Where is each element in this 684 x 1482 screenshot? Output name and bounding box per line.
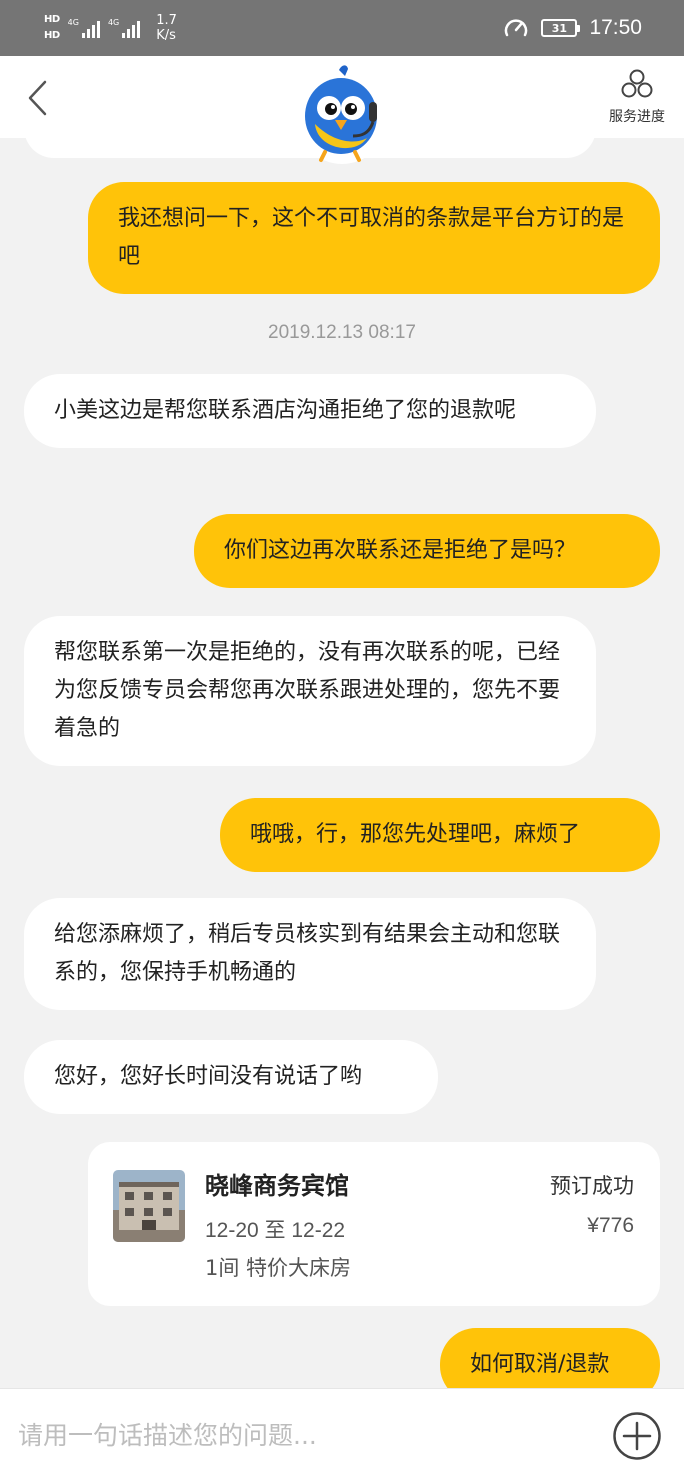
plus-circle-icon [613, 1412, 661, 1460]
signal-icon-sim2: 4G [107, 18, 141, 38]
add-attachment-button[interactable] [612, 1411, 662, 1461]
chat-messages[interactable]: 我还想问一下，这个不可取消的条款是平台方订的是吧 2019.12.13 08:1… [0, 138, 684, 1388]
network-speed-unit: K/s [156, 28, 176, 43]
chevron-left-icon [28, 80, 47, 116]
hotel-name: 晓峰商务宾馆 [205, 1172, 349, 1200]
network-type-1: 4G [67, 18, 79, 27]
message-input-bar [0, 1388, 684, 1482]
battery-level: 31 [551, 21, 568, 35]
message-timestamp: 2019.12.13 08:17 [268, 322, 416, 343]
user-message: 你们这边再次联系还是拒绝了是吗？ [194, 514, 660, 588]
order-status: 预订成功 [550, 1174, 634, 1198]
service-progress-label: 服务进度 [609, 109, 665, 125]
room-type: 1间 特价大床房 [205, 1256, 352, 1280]
agent-message-text: 小美这边是帮您联系酒店沟通拒绝了您的退款呢 [54, 398, 517, 423]
user-message-text: 我还想问一下，这个不可取消的条款是平台方订的是吧 [118, 206, 625, 269]
user-message-text: 如何取消/退款 [470, 1352, 610, 1377]
agent-message-text: 给您添麻烦了，稍后专员核实到有结果会主动和您联系的，您保持手机畅通的 [54, 922, 561, 985]
network-type-2: 4G [107, 18, 120, 27]
order-price: ¥776 [587, 1214, 634, 1237]
agent-message-text: 帮您联系第一次是拒绝的，没有再次联系的呢，已经为您反馈专员会帮您再次联系跟进处理… [54, 640, 561, 741]
service-progress-icon [621, 69, 653, 98]
status-bar-right: 31 17:50 [503, 14, 642, 42]
hotel-thumbnail [113, 1170, 185, 1242]
battery-icon: 31 [541, 19, 581, 37]
user-message: 我还想问一下，这个不可取消的条款是平台方订的是吧 [88, 182, 660, 294]
user-message: 哦哦，行，那您先处理吧，麻烦了 [220, 798, 660, 872]
bird-mascot-icon [305, 65, 377, 162]
back-button[interactable] [18, 76, 58, 120]
agent-message: 您好，您好长时间没有说话了哟 [24, 1040, 438, 1114]
status-bar-left: HD HD 4G 4G 1.7 K/s [44, 8, 177, 48]
clock: 17:50 [589, 16, 642, 39]
agent-message: 给您添麻烦了，稍后专员核实到有结果会主动和您联系的，您保持手机畅通的 [24, 898, 596, 1010]
bird-mascot-avatar [295, 64, 389, 164]
service-progress-button[interactable]: 服务进度 [602, 68, 672, 130]
speedometer-icon [505, 19, 528, 37]
status-bar: HD HD 4G 4G 1.7 K/s 31 17:50 [0, 0, 684, 56]
network-speed: 1.7 K/s [156, 13, 177, 43]
user-message-text: 你们这边再次联系还是拒绝了是吗？ [224, 538, 577, 563]
agent-message: 帮您联系第一次是拒绝的，没有再次联系的呢，已经为您反馈专员会帮您再次联系跟进处理… [24, 616, 596, 766]
network-speed-value: 1.7 [156, 13, 177, 28]
agent-message-text: 您好，您好长时间没有说话了哟 [54, 1064, 363, 1089]
user-message: 如何取消/退款 [440, 1328, 660, 1388]
hd-label-1: HD [44, 14, 60, 25]
agent-message: 小美这边是帮您联系酒店沟通拒绝了您的退款呢 [24, 374, 596, 448]
message-input[interactable] [18, 1407, 578, 1463]
hotel-building-image [113, 1170, 185, 1242]
order-card[interactable]: 晓峰商务宾馆 预订成功 12-20 至 12-22 ¥776 1间 特价大床房 [88, 1142, 660, 1306]
signal-icon-sim1: 4G [68, 18, 100, 38]
hd-indicators: HD HD [44, 14, 60, 42]
hd-label-2: HD [44, 30, 60, 41]
stay-dates: 12-20 至 12-22 [205, 1219, 346, 1242]
user-message-text: 哦哦，行，那您先处理吧，麻烦了 [250, 822, 581, 847]
